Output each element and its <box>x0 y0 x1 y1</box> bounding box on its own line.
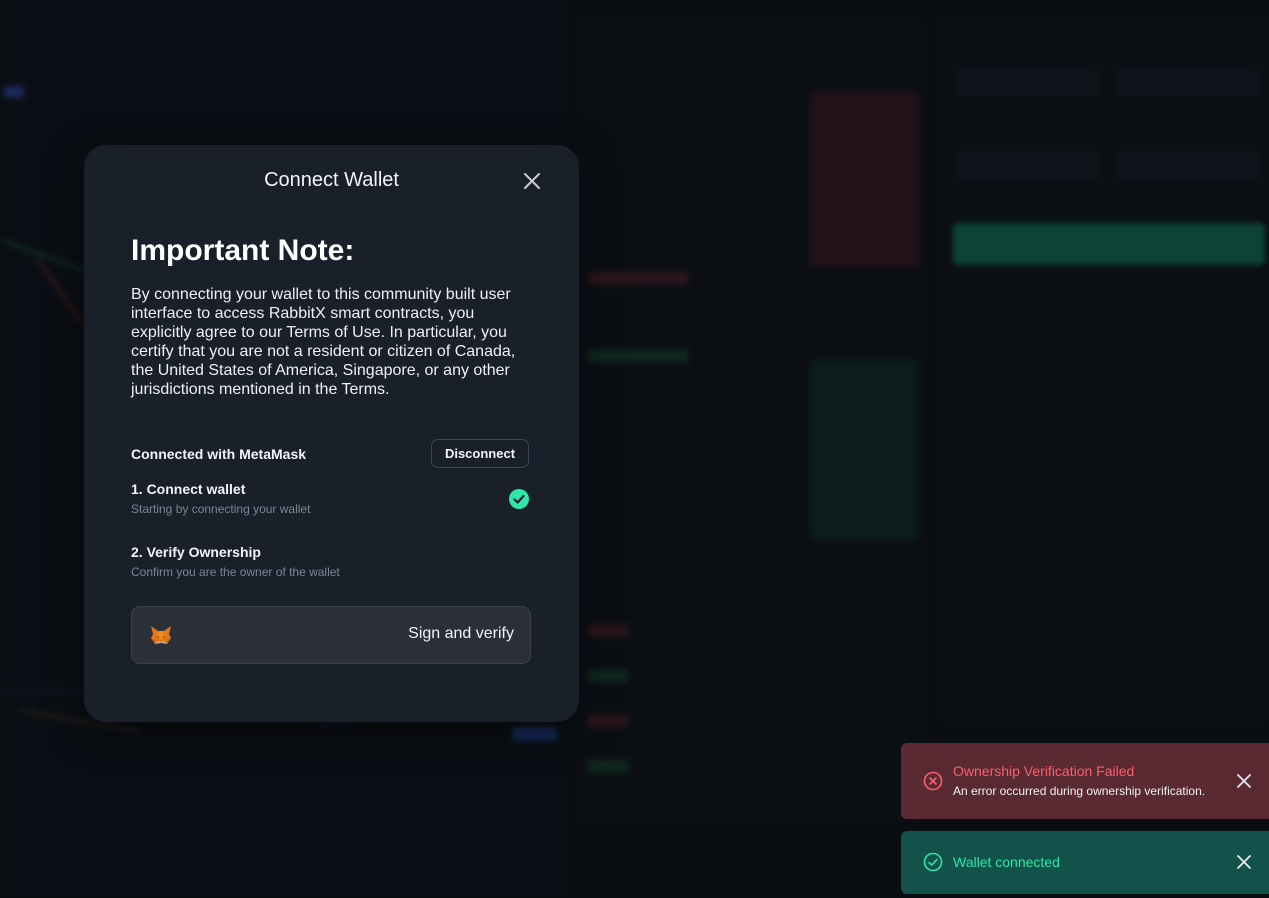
error-circle-icon <box>923 771 943 791</box>
step-connect-wallet-subtitle: Starting by connecting your wallet <box>131 502 311 516</box>
step-verify-ownership-subtitle: Confirm you are the owner of the wallet <box>131 565 340 579</box>
toast-error-message: An error occurred during ownership verif… <box>953 784 1206 798</box>
toast-error-title: Ownership Verification Failed <box>953 763 1135 779</box>
connect-wallet-modal: Connect Wallet Important Note: By connec… <box>84 145 579 722</box>
disconnect-button[interactable]: Disconnect <box>431 439 529 468</box>
metamask-fox-icon <box>151 626 171 644</box>
check-circle-icon <box>923 852 943 872</box>
toast-success-title: Wallet connected <box>953 854 1060 870</box>
sign-and-verify-button[interactable]: Sign and verify <box>131 606 531 664</box>
step-connect-wallet-title: 1. Connect wallet <box>131 481 246 497</box>
toast-close-icon[interactable] <box>1236 854 1252 870</box>
important-note-body: By connecting your wallet to this commun… <box>131 286 516 398</box>
sign-and-verify-label: Sign and verify <box>408 625 514 642</box>
modal-title: Connect Wallet <box>264 169 399 191</box>
connected-with-label: Connected with MetaMask <box>131 446 307 462</box>
close-icon[interactable] <box>522 171 542 191</box>
check-circle-icon <box>509 489 529 509</box>
toast-ownership-verification-failed: Ownership Verification Failed An error o… <box>901 743 1269 819</box>
step-verify-ownership-title: 2. Verify Ownership <box>131 544 261 560</box>
important-note-heading: Important Note: <box>131 234 355 267</box>
toast-wallet-connected: Wallet connected <box>901 831 1269 894</box>
toast-close-icon[interactable] <box>1236 773 1252 789</box>
